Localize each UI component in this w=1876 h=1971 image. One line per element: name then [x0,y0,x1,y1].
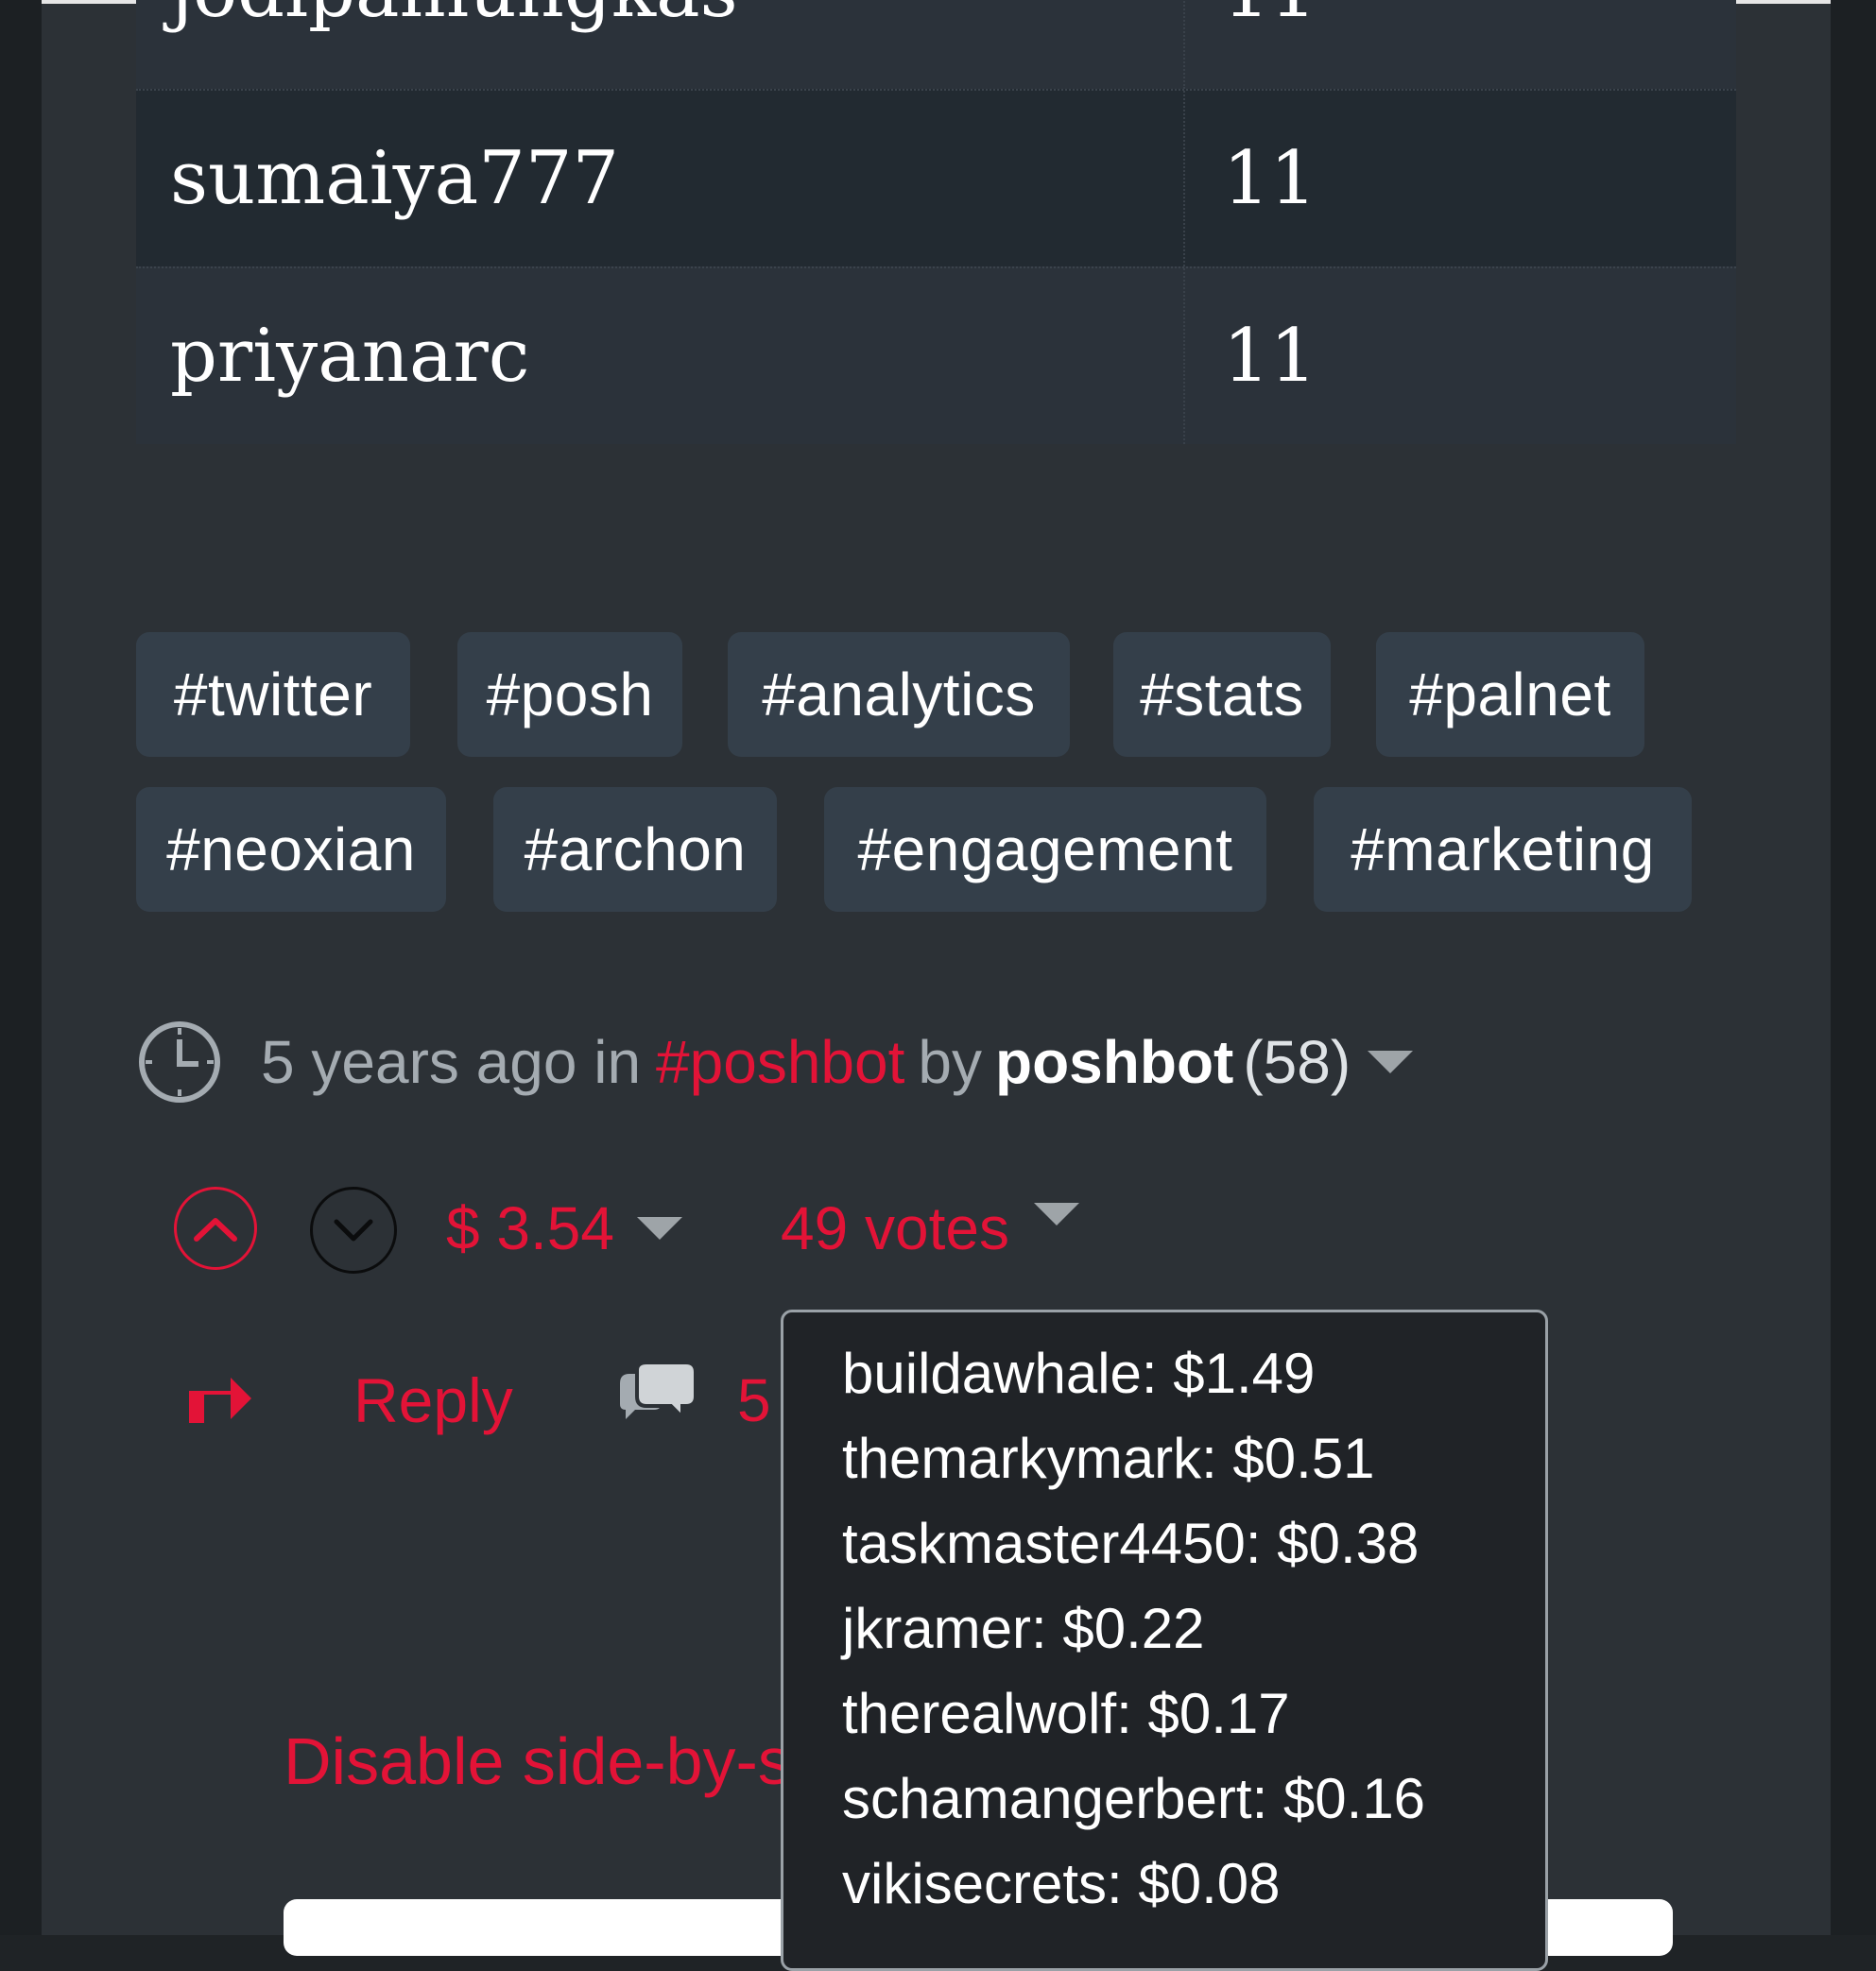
downvote-button[interactable] [310,1187,397,1274]
author-link[interactable]: poshbot [995,1027,1233,1097]
votes-dropdown-caret-icon[interactable] [1033,1203,1079,1225]
voter-item[interactable]: taskmaster4450: $0.38 [842,1501,1545,1586]
table-row: priyanarc 11 [136,266,1736,444]
tag-archon[interactable]: #archon [493,787,777,912]
voter-item[interactable]: therealwolf: $0.17 [842,1671,1545,1757]
tag-palnet[interactable]: #palnet [1376,632,1644,757]
tag-posh[interactable]: #posh [457,632,682,757]
table-row: sumaiya777 11 [136,89,1736,266]
table-cell-count: 11 [1223,0,1317,34]
votes-count[interactable]: 49 votes [781,1187,1079,1270]
tag-analytics[interactable]: #analytics [728,632,1070,757]
post-container: jodipamungkas 11 sumaiya777 11 priyanarc… [42,0,1831,1971]
voter-item[interactable]: jkramer: $0.22 [842,1586,1545,1671]
clock-icon [139,1021,220,1103]
reblog-icon[interactable] [183,1372,255,1431]
tag-stats[interactable]: #stats [1113,632,1331,757]
author-reputation: (58) [1243,1028,1351,1096]
tag-engagement[interactable]: #engagement [824,787,1266,912]
table-cell-name: sumaiya777 [136,91,1185,266]
payout-dropdown-caret-icon[interactable] [636,1217,682,1240]
voter-item[interactable]: themarkymark: $0.51 [842,1416,1545,1501]
reply-button[interactable]: Reply [353,1353,513,1448]
right-gutter [1831,0,1876,1935]
comments-count[interactable]: 5 [737,1353,771,1448]
table-cell-count: 11 [1223,314,1317,399]
by-label: by [918,1028,982,1096]
voter-item[interactable]: vikisecrets: $0.08 [842,1842,1545,1927]
table-cell-count: 11 [1223,136,1317,221]
comments-icon[interactable] [616,1361,697,1436]
post-meta: 5 years ago in #poshbot by poshbot (58) [136,1020,1414,1105]
downvote-icon [334,1219,373,1242]
post-time: 5 years ago in [261,1028,642,1096]
voter-item[interactable]: schamangerbert: $0.16 [842,1757,1545,1842]
payout-amount: $ 3.54 [446,1194,614,1262]
category-link[interactable]: #poshbot [656,1027,904,1097]
tag-marketing[interactable]: #marketing [1314,787,1692,912]
tag-neoxian[interactable]: #neoxian [136,787,446,912]
author-dropdown-caret-icon[interactable] [1368,1051,1414,1073]
left-gutter [0,0,42,1935]
voter-item[interactable]: buildawhale: $1.49 [842,1331,1545,1416]
upvote-icon [194,1218,237,1242]
table-row: jodipamungkas 11 [136,0,1736,89]
payout[interactable]: $ 3.54 [446,1187,682,1270]
upvote-button[interactable] [174,1187,257,1270]
table-cell-name: jodipamungkas [170,0,738,34]
voters-popover: buildawhale: $1.49 themarkymark: $0.51 t… [781,1310,1548,1971]
table-cell-name: priyanarc [136,268,1185,444]
votes-label: 49 votes [781,1194,1009,1262]
tag-twitter[interactable]: #twitter [136,632,410,757]
